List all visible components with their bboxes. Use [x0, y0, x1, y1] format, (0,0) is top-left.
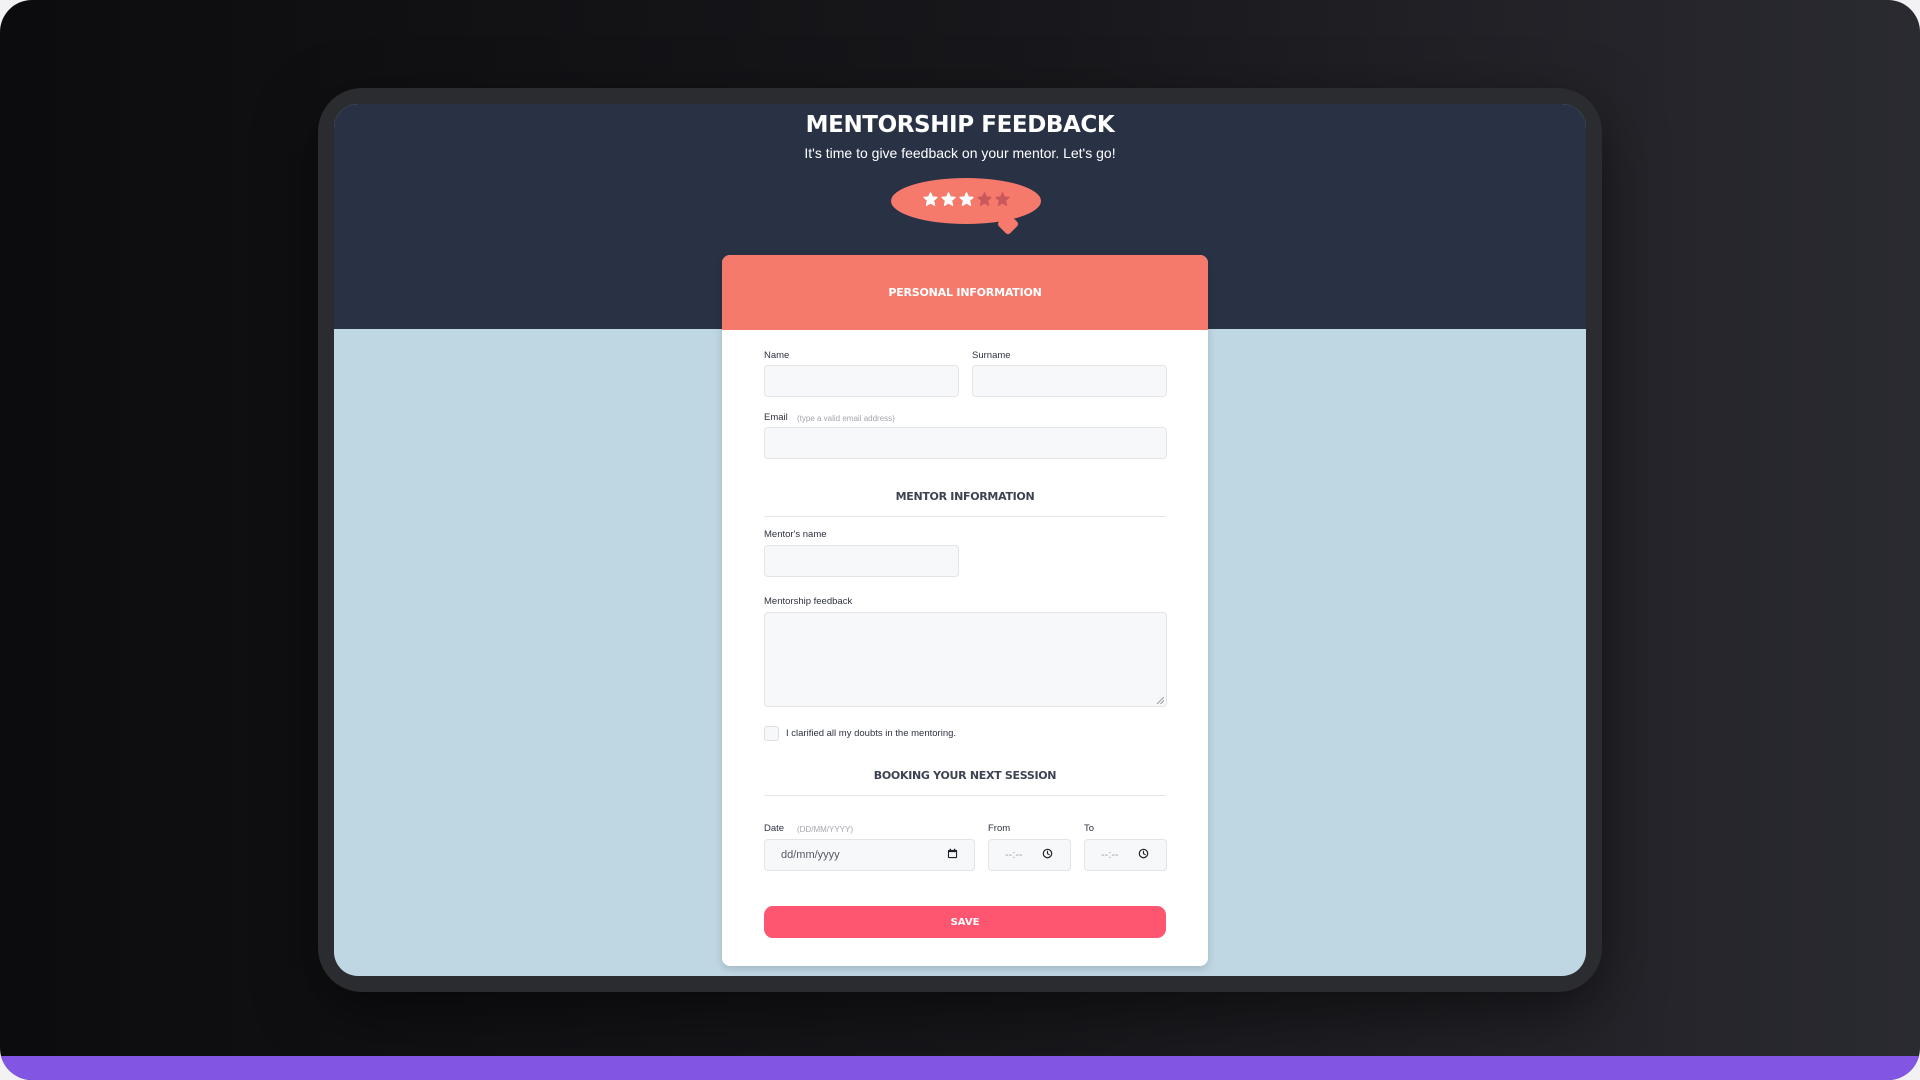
calendar-icon[interactable] — [947, 848, 958, 859]
date-label: Date — [764, 823, 785, 834]
date-hint: (DD/MM/YYYY) — [797, 825, 853, 834]
from-label: From — [988, 823, 1011, 834]
from-time-input[interactable]: --:-- — [988, 839, 1071, 871]
date-placeholder: dd/mm/yyyy — [781, 849, 840, 861]
star-icon[interactable] — [940, 191, 956, 207]
resize-handle-icon[interactable] — [1157, 697, 1164, 704]
surname-label: Surname — [972, 350, 1011, 361]
device-frame: MENTORSHIP FEEDBACK It's time to give fe… — [318, 88, 1602, 992]
booking-section-title: BOOKING YOUR NEXT SESSION — [873, 769, 1057, 782]
star-icon[interactable] — [958, 191, 974, 207]
booking-section-divider — [764, 795, 1166, 796]
to-placeholder: --:-- — [1101, 849, 1119, 861]
surname-input[interactable] — [972, 365, 1167, 397]
save-button[interactable]: SAVE — [764, 906, 1166, 938]
email-input[interactable] — [764, 427, 1167, 459]
clock-icon[interactable] — [1042, 848, 1053, 859]
star-rating[interactable] — [891, 184, 1041, 214]
star-icon[interactable] — [994, 191, 1010, 207]
mentor-name-input[interactable] — [764, 545, 959, 577]
page-subtitle: It's time to give feedback on your mento… — [804, 145, 1116, 161]
app-window: MENTORSHIP FEEDBACK It's time to give fe… — [0, 0, 1920, 1080]
bottom-accent-bar — [0, 1056, 1920, 1080]
feedback-form-card: PERSONAL INFORMATION Name Surname Email … — [722, 255, 1208, 966]
mentorship-feedback-label: Mentorship feedback — [764, 596, 853, 607]
date-input[interactable]: dd/mm/yyyy — [764, 839, 975, 871]
to-label: To — [1084, 823, 1095, 834]
star-icon[interactable] — [976, 191, 992, 207]
to-time-input[interactable]: --:-- — [1084, 839, 1167, 871]
mentorship-feedback-textarea[interactable] — [764, 612, 1167, 707]
clarified-doubts-label[interactable]: I clarified all my doubts in the mentori… — [786, 728, 956, 739]
page-title: MENTORSHIP FEEDBACK — [805, 112, 1115, 138]
mentor-information-title: MENTOR INFORMATION — [895, 490, 1035, 503]
mentor-name-label: Mentor's name — [764, 529, 827, 540]
mentor-section-divider — [764, 516, 1166, 517]
email-label: Email — [764, 412, 788, 423]
name-input[interactable] — [764, 365, 959, 397]
personal-information-header: PERSONAL INFORMATION — [722, 255, 1208, 330]
clarified-doubts-checkbox[interactable] — [764, 726, 779, 741]
from-placeholder: --:-- — [1005, 849, 1023, 861]
email-hint: (type a valid email address) — [797, 414, 895, 423]
clock-icon[interactable] — [1138, 848, 1149, 859]
name-label: Name — [764, 350, 790, 361]
star-icon[interactable] — [922, 191, 938, 207]
form-page: MENTORSHIP FEEDBACK It's time to give fe… — [334, 104, 1586, 976]
